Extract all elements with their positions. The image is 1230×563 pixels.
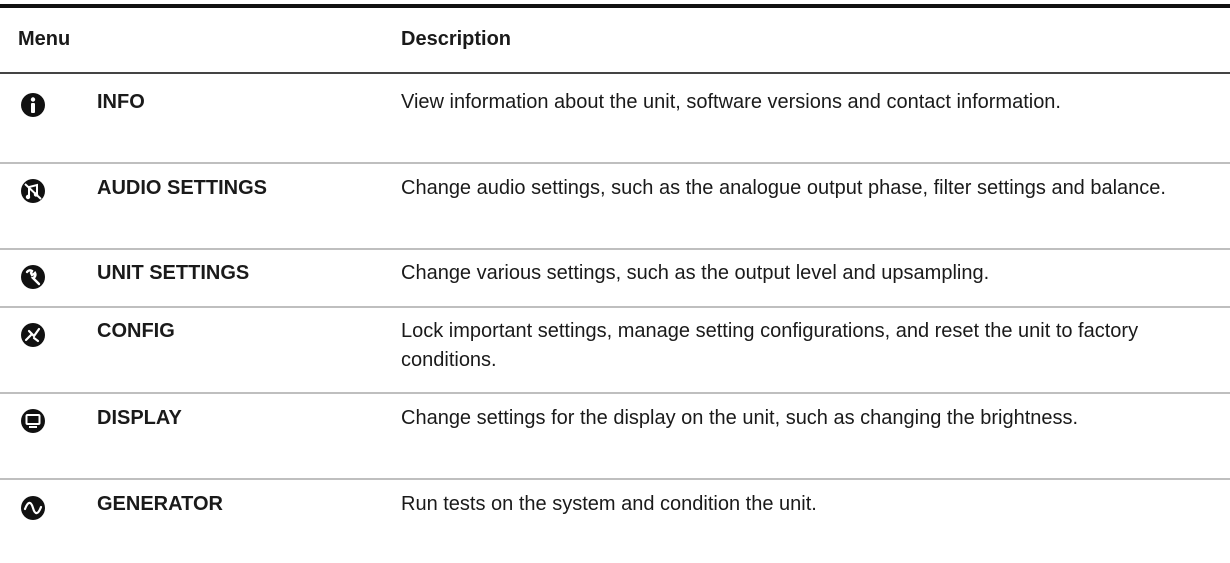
header-menu: Menu: [18, 28, 71, 50]
row-divider: [0, 306, 1230, 308]
row-divider: [0, 162, 1230, 164]
header-description: Description: [401, 28, 512, 50]
row-divider: [0, 478, 1230, 480]
info-icon: [20, 92, 46, 118]
menu-name: GENERATOR: [97, 493, 223, 515]
menu-description: View information about the unit, softwar…: [401, 91, 1061, 113]
row-divider: [0, 392, 1230, 394]
menu-description: Run tests on the system and condition th…: [401, 493, 817, 515]
row-divider: [0, 248, 1230, 250]
menu-name: INFO: [97, 91, 145, 113]
menu-description: Lock important settings, manage setting …: [401, 320, 1139, 371]
audio-settings-icon: [20, 178, 46, 204]
display-icon: [20, 408, 46, 434]
menu-name: UNIT SETTINGS: [97, 262, 250, 284]
config-icon: [20, 322, 46, 348]
wrench-icon: [20, 264, 46, 290]
sine-wave-icon: [20, 495, 46, 521]
header-rule: [0, 72, 1230, 74]
table-header: Menu Description: [0, 8, 1230, 72]
menu-name: CONFIG: [97, 320, 175, 342]
menu-description: Change audio settings, such as the analo…: [401, 177, 1166, 199]
menu-name: AUDIO SETTINGS: [97, 177, 268, 199]
menu-name: DISPLAY: [97, 407, 182, 429]
menu-description: Change settings for the display on the u…: [401, 407, 1079, 429]
menu-description: Change various settings, such as the out…: [401, 262, 990, 284]
